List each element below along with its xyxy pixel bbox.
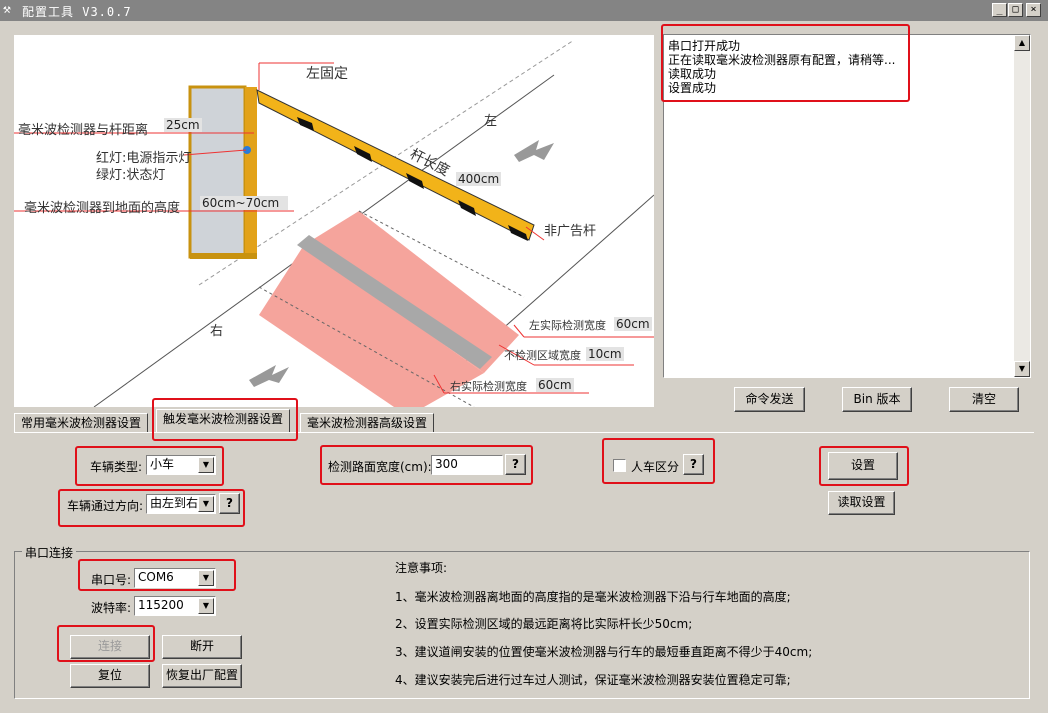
- chevron-down-icon[interactable]: ▼: [198, 496, 214, 512]
- window-title: 配置工具 V3.0.7: [22, 5, 132, 19]
- set-button[interactable]: 设置: [828, 452, 898, 480]
- tab-common-settings[interactable]: 常用毫米波检测器设置: [14, 413, 149, 433]
- green-light-label: 绿灯:状态灯: [96, 168, 166, 183]
- right-side-label: 右: [210, 324, 224, 339]
- tab-advanced-settings[interactable]: 毫米波检测器高级设置: [300, 413, 435, 433]
- log-scrollbar[interactable]: ▲ ▼: [1014, 35, 1030, 377]
- left-width-value: 60cm: [614, 317, 652, 331]
- bin-version-button[interactable]: Bin 版本: [842, 387, 912, 412]
- left-width-label: 左实际检测宽度: [529, 319, 606, 332]
- tab-trigger-settings[interactable]: 触发毫米波检测器设置: [156, 409, 291, 433]
- person-vehicle-help-button[interactable]: ?: [683, 454, 704, 475]
- no-detect-value: 10cm: [586, 347, 624, 361]
- baud-select[interactable]: 115200 ▼: [134, 596, 216, 616]
- right-width-value: 60cm: [536, 378, 574, 392]
- note-item: 2、设置实际检测区域的最远距离将比实际杆长少50cm;: [395, 617, 693, 631]
- baud-label: 波特率:: [91, 601, 132, 615]
- tools-icon: ⚒: [3, 2, 11, 17]
- reset-button[interactable]: 复位: [70, 664, 150, 688]
- direction-select[interactable]: 由左到右 ▼: [146, 494, 216, 514]
- log-lines: 串口打开成功 正在读取毫米波检测器原有配置，请稍等... 读取成功 设置成功: [668, 39, 895, 95]
- title-bar: ⚒ 配置工具 V3.0.7 _ □ ×: [0, 0, 1048, 21]
- direction-label: 车辆通过方向:: [67, 499, 144, 513]
- note-item: 3、建议道闸安装的位置使毫米波检测器与行车的最短垂直距离不得少于40cm;: [395, 645, 813, 659]
- right-width-label: 右实际检测宽度: [450, 380, 527, 393]
- road-width-input[interactable]: 300: [431, 455, 503, 475]
- disconnect-button[interactable]: 断开: [162, 635, 242, 659]
- distance-value: 25cm: [164, 118, 202, 132]
- chevron-down-icon[interactable]: ▼: [198, 598, 214, 614]
- chevron-down-icon[interactable]: ▼: [198, 570, 214, 586]
- pole-length-value: 400cm: [456, 172, 502, 186]
- port-value: COM6: [138, 570, 174, 584]
- clear-button[interactable]: 清空: [949, 387, 1019, 412]
- note-item: 1、毫米波检测器离地面的高度指的是毫米波检测器下沿与行车地面的高度;: [395, 590, 791, 604]
- send-command-button[interactable]: 命令发送: [734, 387, 805, 412]
- left-side-label: 左: [484, 114, 498, 129]
- log-line: 正在读取毫米波检测器原有配置，请稍等...: [668, 53, 896, 67]
- height-label: 毫米波检测器到地面的高度: [24, 201, 181, 216]
- no-detect-label: 不检测区域宽度: [504, 349, 581, 362]
- read-settings-button[interactable]: 读取设置: [828, 491, 895, 515]
- left-fixed-label: 左固定: [306, 66, 348, 82]
- person-vehicle-checkbox[interactable]: [613, 459, 626, 472]
- log-output[interactable]: 串口打开成功 正在读取毫米波检测器原有配置，请稍等... 读取成功 设置成功 ▲…: [663, 34, 1031, 378]
- serial-group-title: 串口连接: [22, 544, 77, 561]
- tab-divider: [14, 432, 1034, 433]
- scroll-down-icon[interactable]: ▼: [1014, 361, 1030, 377]
- vehicle-type-value: 小车: [150, 457, 175, 471]
- connect-button[interactable]: 连接: [70, 635, 150, 659]
- note-item: 4、建议安装完后进行过车过人测试，保证毫米波检测器安装位置稳定可靠;: [395, 673, 791, 687]
- minimize-button[interactable]: _: [992, 3, 1007, 17]
- port-label: 串口号:: [91, 573, 132, 587]
- road-width-label: 检测路面宽度(cm):: [328, 460, 432, 474]
- installation-diagram: 左固定 毫米波检测器与杆距离 25cm 红灯:电源指示灯 绿灯:状态灯 毫米波检…: [14, 35, 654, 407]
- scroll-up-icon[interactable]: ▲: [1014, 35, 1030, 51]
- port-select[interactable]: COM6 ▼: [134, 568, 216, 588]
- log-line: 串口打开成功: [668, 39, 741, 53]
- road-width-help-button[interactable]: ?: [505, 454, 526, 475]
- log-line: 设置成功: [668, 81, 717, 95]
- maximize-button[interactable]: □: [1008, 3, 1023, 17]
- vehicle-type-label: 车辆类型:: [90, 460, 143, 474]
- log-line: 读取成功: [668, 67, 717, 81]
- height-value: 60cm~70cm: [200, 196, 288, 210]
- close-button[interactable]: ×: [1026, 3, 1041, 17]
- baud-value: 115200: [138, 598, 184, 612]
- non-ad-pole-label: 非广告杆: [544, 224, 597, 239]
- distance-label: 毫米波检测器与杆距离: [18, 123, 149, 138]
- chevron-down-icon[interactable]: ▼: [198, 457, 214, 473]
- person-vehicle-label: 人车区分: [631, 460, 680, 474]
- notes-title: 注意事项:: [395, 561, 448, 575]
- factory-reset-button[interactable]: 恢复出厂配置: [162, 664, 242, 688]
- direction-help-button[interactable]: ?: [219, 493, 240, 514]
- direction-value: 由左到右: [150, 496, 199, 510]
- vehicle-type-select[interactable]: 小车 ▼: [146, 455, 216, 475]
